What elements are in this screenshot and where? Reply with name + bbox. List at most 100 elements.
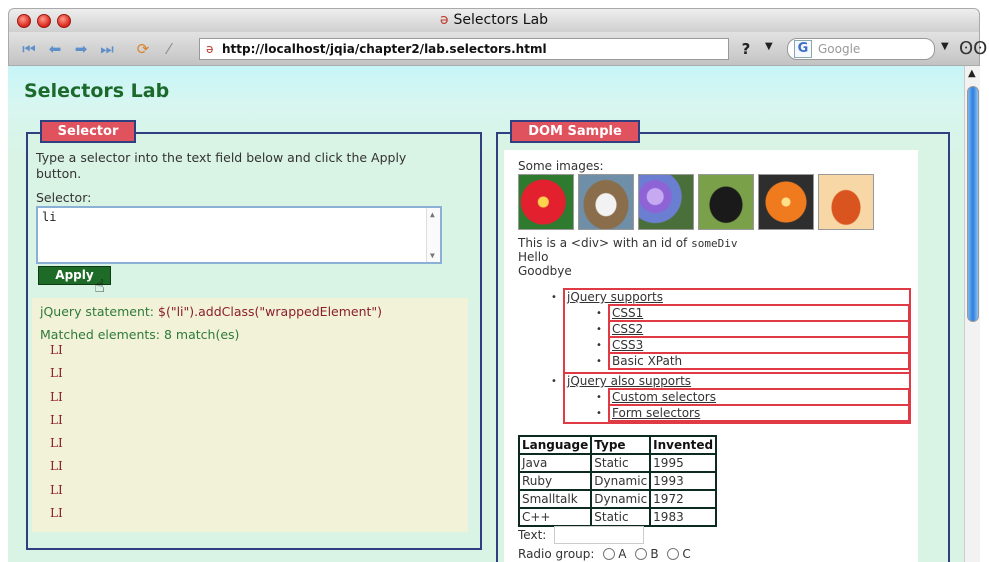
teapot-image: [818, 174, 874, 230]
matched-item: LI: [50, 506, 63, 521]
instructions-text: Type a selector into the text field belo…: [36, 150, 407, 181]
matched-item: LI: [50, 366, 63, 381]
window-title: ə Selectors Lab: [439, 12, 549, 28]
table-cell: C++: [517, 507, 593, 527]
table-row: C++ Static 1983: [517, 507, 718, 527]
radio-b-label: B: [650, 547, 659, 561]
textarea-scrollbar[interactable]: ▲ ▼: [426, 208, 440, 262]
firefox-icon: ə: [439, 12, 449, 28]
radio-a-label: A: [618, 547, 627, 561]
table-row: Java Static 1995: [517, 453, 718, 473]
radio-c[interactable]: [667, 548, 680, 560]
table-cell: Dynamic: [590, 471, 652, 491]
images-label: Some images:: [518, 159, 604, 173]
scroll-down-icon[interactable]: ▼: [430, 251, 435, 260]
table-header: Invented: [649, 435, 718, 455]
table-cell: 1972: [649, 489, 718, 509]
dom-sample-legend: DOM Sample: [510, 120, 640, 143]
list-item-basic-xpath: Basic XPath: [608, 352, 910, 370]
language-table: Language Type Invented Java Static 1995 …: [517, 435, 718, 527]
div-description: This is a <div> with an id of someDiv: [518, 236, 738, 250]
radio-group: Radio group: A B C: [518, 547, 691, 561]
table-cell: Ruby: [517, 471, 593, 491]
radio-c-label: C: [682, 547, 691, 561]
help-button[interactable]: ?: [735, 39, 757, 59]
red-flower-image: [518, 174, 574, 230]
google-icon: G: [794, 40, 812, 58]
radio-b[interactable]: [635, 548, 648, 560]
page-title: Selectors Lab: [24, 80, 170, 102]
bullet-icon: •: [596, 356, 602, 367]
statement-label: jQuery statement:: [40, 304, 155, 319]
orange-flower-image: [758, 174, 814, 230]
matched-item: LI: [50, 482, 63, 497]
text-input[interactable]: [554, 526, 644, 544]
matched-count: Matched elements: 8 match(es): [40, 327, 240, 342]
table-header-row: Language Type Invented: [517, 435, 718, 455]
goodbye-text: Goodbye: [518, 264, 572, 278]
matched-list: LI LI LI LI LI LI LI LI: [50, 343, 63, 529]
jquery-statement: jQuery statement: $("li").addClass("wrap…: [40, 304, 382, 319]
purple-flower-image: [638, 174, 694, 230]
browser-toolbar: ⏮ ⬅ ➡ ⏭ ⟳ ⁄ ə http://localhost/jqia/chap…: [8, 32, 987, 66]
bullet-icon: •: [596, 324, 602, 335]
table-cell: 1983: [649, 507, 718, 527]
chevron-down-icon[interactable]: ▼: [765, 41, 773, 52]
last-page-icon[interactable]: ⏭: [97, 40, 117, 58]
selector-label: Selector:: [36, 190, 92, 205]
address-bar[interactable]: ə http://localhost/jqia/chapter2/lab.sel…: [199, 38, 729, 60]
table-cell: Static: [590, 453, 652, 473]
first-page-icon[interactable]: ⏮: [19, 40, 39, 58]
dog-image: [578, 174, 634, 230]
reload-icon[interactable]: ⟳: [133, 40, 153, 58]
radio-group-label: Radio group:: [518, 547, 595, 561]
list-item-form-selectors: Form selectors: [608, 404, 910, 422]
table-cell: Static: [590, 507, 652, 527]
matched-item: LI: [50, 412, 63, 427]
table-cell: 1993: [649, 471, 718, 491]
site-favicon-icon: ə: [206, 42, 214, 56]
bullet-icon: •: [596, 392, 602, 403]
div-id: someDiv: [691, 237, 738, 250]
hand-cursor-icon: ☝: [94, 276, 105, 297]
table-header: Language: [517, 435, 593, 455]
bullet-icon: •: [596, 408, 602, 419]
glasses-icon[interactable]: ʘʘ: [959, 38, 987, 59]
bullet-icon: •: [596, 308, 602, 319]
matched-item: LI: [50, 343, 63, 357]
table-cell: Smalltalk: [517, 489, 593, 509]
scrollbar-thumb[interactable]: [967, 86, 979, 322]
page-scrollbar[interactable]: ▲: [964, 66, 980, 562]
scroll-up-icon[interactable]: ▲: [430, 210, 435, 219]
search-input[interactable]: G Google: [787, 38, 935, 60]
table-cell: Java: [517, 453, 593, 473]
bullet-icon: •: [551, 376, 557, 387]
stop-icon[interactable]: ⁄: [159, 40, 179, 58]
table-row: Smalltalk Dynamic 1972: [517, 489, 718, 509]
window-titlebar: ə Selectors Lab: [8, 8, 980, 32]
bullet-icon: •: [596, 340, 602, 351]
selector-value: li: [42, 210, 57, 224]
table-cell: Dynamic: [590, 489, 652, 509]
matched-item: LI: [50, 459, 63, 474]
table-cell: 1995: [649, 453, 718, 473]
table-header: Type: [590, 435, 652, 455]
matched-item: LI: [50, 436, 63, 451]
page-content: Selectors Lab Selector Type a selector i…: [8, 66, 964, 562]
scroll-up-icon[interactable]: ▲: [968, 68, 976, 79]
black-dog-image: [698, 174, 754, 230]
statement-code: $("li").addClass("wrappedElement"): [158, 304, 383, 319]
selector-textarea[interactable]: li ▲ ▼: [36, 206, 442, 264]
text-label: Text:: [518, 528, 547, 542]
bullet-icon: •: [551, 292, 557, 303]
results-area: jQuery statement: $("li").addClass("wrap…: [32, 298, 468, 532]
forward-arrow-icon[interactable]: ➡: [71, 40, 91, 58]
url-text: http://localhost/jqia/chapter2/lab.selec…: [222, 42, 547, 56]
matched-item: LI: [50, 389, 63, 404]
table-row: Ruby Dynamic 1993: [517, 471, 718, 491]
search-engine-dropdown-icon[interactable]: ▼: [941, 41, 949, 52]
hello-text: Hello: [518, 250, 549, 264]
back-arrow-icon[interactable]: ⬅: [45, 40, 65, 58]
selector-legend: Selector: [40, 120, 136, 143]
radio-a[interactable]: [603, 548, 616, 560]
